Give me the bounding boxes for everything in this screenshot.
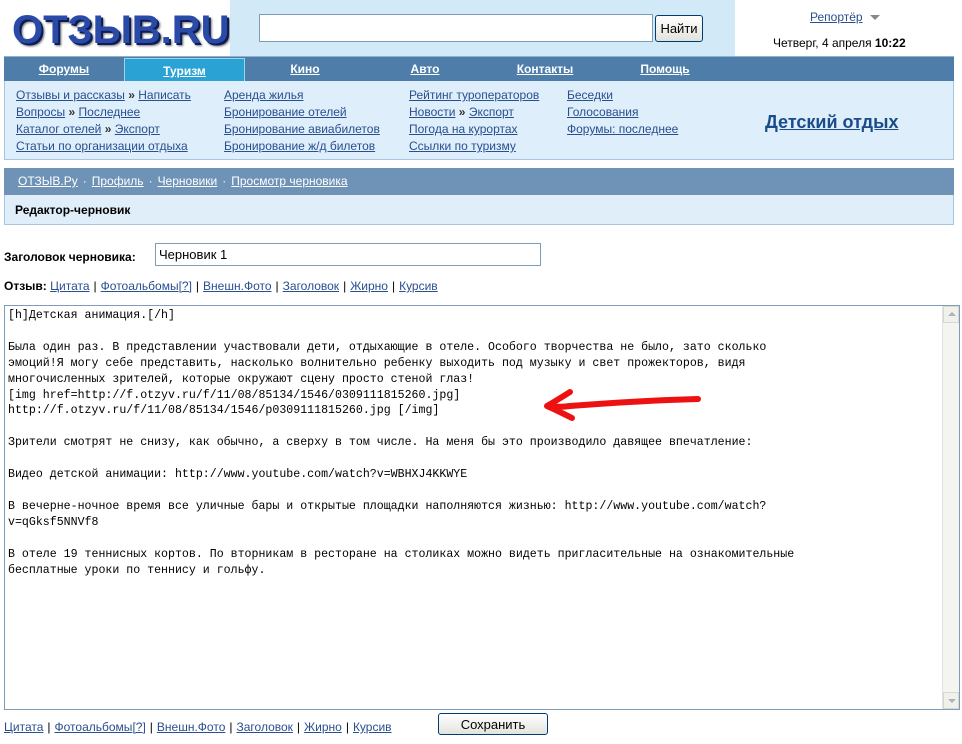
- separator: »: [104, 122, 112, 136]
- submenu-row: Каталог отелей » Экспорт: [16, 121, 191, 138]
- separator: »: [458, 105, 466, 119]
- search-input[interactable]: [259, 14, 653, 42]
- external-photo-link[interactable]: Внешн.Фото: [203, 279, 271, 293]
- breadcrumb-drafts[interactable]: Черновики: [158, 174, 218, 188]
- nav-tab-tourism[interactable]: Туризм: [124, 58, 245, 83]
- photo-albums-help-link[interactable]: [?]: [132, 720, 145, 734]
- main-nav: Форумы Туризм Кино Авто Контакты Помощь: [4, 56, 954, 83]
- tourism-links-link[interactable]: Ссылки по туризму: [409, 139, 516, 153]
- logo-area: ОТЗЫВ.RU: [0, 0, 230, 56]
- breadcrumb-separator: ·: [82, 174, 87, 188]
- review-text[interactable]: [h]Детская анимация.[/h] Была один раз. …: [8, 308, 938, 706]
- bold-link[interactable]: Жирно: [350, 279, 388, 293]
- hotel-booking-link[interactable]: Бронирование отелей: [224, 105, 347, 119]
- weather-link[interactable]: Погода на курортах: [409, 122, 518, 136]
- breadcrumb-separator: ·: [222, 174, 227, 188]
- submenu-column-3: Рейтинг туроператоров Новости » Экспорт …: [409, 87, 539, 155]
- submenu: Отзывы и рассказы » Написать Вопросы » П…: [4, 81, 954, 160]
- italic-link[interactable]: Курсив: [353, 720, 392, 734]
- articles-link[interactable]: Статьи по организации отдыха: [16, 139, 188, 153]
- header: ОТЗЫВ.RU Найти Репортёр Четверг, 4 апрел…: [0, 0, 962, 56]
- nav-tab-forums[interactable]: Форумы: [4, 57, 124, 82]
- external-photo-link[interactable]: Внешн.Фото: [157, 720, 225, 734]
- draft-title-input[interactable]: [155, 243, 541, 266]
- news-export-link[interactable]: Экспорт: [469, 105, 514, 119]
- submenu-column-4: Беседки Голосования Форумы: последнее: [567, 87, 678, 138]
- nav-tab-auto[interactable]: Авто: [365, 57, 485, 82]
- chats-link[interactable]: Беседки: [567, 88, 613, 102]
- search-area: Найти: [230, 0, 735, 56]
- breadcrumb-profile[interactable]: Профиль: [92, 174, 144, 188]
- save-button[interactable]: Сохранить: [438, 713, 548, 735]
- quote-link[interactable]: Цитата: [50, 279, 89, 293]
- review-textarea[interactable]: [h]Детская анимация.[/h] Была один раз. …: [4, 305, 960, 710]
- toolbar-label: Отзыв:: [4, 279, 47, 293]
- breadcrumb-view-draft[interactable]: Просмотр черновика: [231, 174, 347, 188]
- annotation-arrow-icon: [544, 389, 701, 421]
- user-area: Репортёр Четверг, 4 апреля 10:22: [735, 0, 962, 56]
- bold-link[interactable]: Жирно: [304, 720, 342, 734]
- chevron-down-icon[interactable]: [870, 15, 880, 20]
- quote-link[interactable]: Цитата: [4, 720, 43, 734]
- kids-vacation-link[interactable]: Детский отдых: [765, 112, 898, 133]
- scroll-down-icon[interactable]: [943, 692, 959, 709]
- questions-link[interactable]: Вопросы: [16, 105, 65, 119]
- news-link[interactable]: Новости: [409, 105, 455, 119]
- format-toolbar: Отзыв: Цитата | Фотоальбомы[?] | Внешн.Фото |…: [4, 279, 438, 293]
- breadcrumb-home[interactable]: ОТЗЫВ.Ру: [18, 174, 78, 188]
- submenu-column-2: Аренда жилья Бронирование отелей Брониро…: [224, 87, 380, 155]
- format-toolbar-bottom: Цитата | Фотоальбомы[?] | Внешн.Фото | Заголов…: [4, 720, 392, 734]
- tour-operators-rating-link[interactable]: Рейтинг туроператоров: [409, 88, 539, 102]
- polls-link[interactable]: Голосования: [567, 105, 638, 119]
- page-title: Редактор-черновик: [15, 203, 131, 217]
- submenu-row: Отзывы и рассказы » Написать: [16, 87, 191, 104]
- heading-link[interactable]: Заголовок: [283, 279, 339, 293]
- latest-link[interactable]: Последнее: [79, 105, 141, 119]
- nav-tab-cinema[interactable]: Кино: [245, 57, 365, 82]
- reviews-link[interactable]: Отзывы и рассказы: [16, 88, 125, 102]
- breadcrumb: ОТЗЫВ.Ру · Профиль · Черновики · Просмотр черн…: [4, 168, 954, 195]
- submenu-row: Вопросы » Последнее: [16, 104, 191, 121]
- flight-booking-link[interactable]: Бронирование авиабилетов: [224, 122, 380, 136]
- title-bar: Редактор-черновик: [4, 195, 954, 225]
- vertical-scrollbar[interactable]: [942, 306, 959, 709]
- photo-albums-link[interactable]: Фотоальбомы: [101, 279, 179, 293]
- forums-latest-link[interactable]: Форумы: последнее: [567, 122, 678, 136]
- export-link[interactable]: Экспорт: [115, 122, 160, 136]
- submenu-column-1: Отзывы и рассказы » Написать Вопросы » П…: [16, 87, 191, 155]
- rent-housing-link[interactable]: Аренда жилья: [224, 88, 303, 102]
- hotel-catalog-link[interactable]: Каталог отелей: [16, 122, 101, 136]
- write-link[interactable]: Написать: [138, 88, 191, 102]
- date-display: Четверг, 4 апреля 10:22: [773, 36, 906, 50]
- time-text: 10:22: [874, 36, 906, 50]
- search-button[interactable]: Найти: [655, 15, 703, 42]
- page: ОТЗЫВ.RU Найти Репортёр Четверг, 4 апрел…: [0, 0, 962, 744]
- separator: »: [128, 88, 135, 102]
- photo-albums-link[interactable]: Фотоальбомы: [55, 720, 133, 734]
- heading-link[interactable]: Заголовок: [237, 720, 293, 734]
- date-text: Четверг, 4 апреля: [773, 36, 872, 50]
- scroll-up-icon[interactable]: [943, 306, 959, 323]
- draft-title-label: Заголовок черновика:: [4, 250, 136, 264]
- photo-albums-help-link[interactable]: [?]: [179, 279, 192, 293]
- nav-tab-help[interactable]: Помощь: [605, 57, 725, 82]
- train-booking-link[interactable]: Бронирование ж/д билетов: [224, 139, 375, 153]
- submenu-row: Статьи по организации отдыха: [16, 138, 191, 155]
- nav-tab-contacts[interactable]: Контакты: [485, 57, 605, 82]
- reporter-link[interactable]: Репортёр: [810, 10, 863, 24]
- italic-link[interactable]: Курсив: [399, 279, 438, 293]
- separator: »: [68, 105, 76, 119]
- breadcrumb-separator: ·: [148, 174, 153, 188]
- site-logo[interactable]: ОТЗЫВ.RU: [12, 8, 230, 53]
